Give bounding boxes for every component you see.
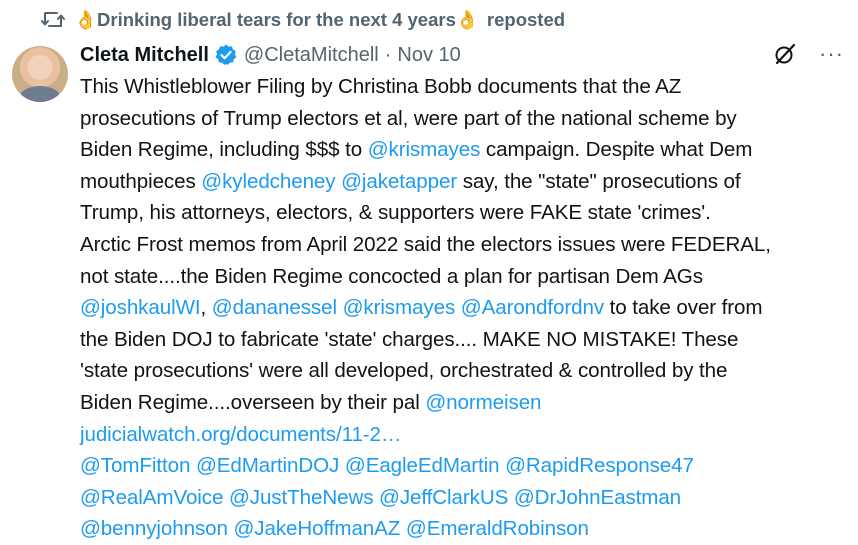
tweet-line: This Whistleblower Filing by Christina B… [80,71,855,103]
post-date[interactable]: Nov 10 [397,44,460,67]
tweet-text-segment: Biden Regime, including $$$ to [80,138,368,162]
tweet-text-segment: to take over from [604,296,763,320]
tweet-line: prosecutions of Trump electors et al, we… [80,103,855,135]
mention-link[interactable]: @dananessel [212,296,337,319]
tweet-text-segment: Biden Regime....overseen by their pal [80,390,426,414]
tweet-text-segment: the Biden DOJ to fabricate 'state' charg… [80,327,739,351]
mention-link[interactable]: @RapidResponse47 [505,454,694,477]
more-icon[interactable]: ··· [819,43,844,65]
tweet-text-segment: campaign. Despite what Dem [480,138,753,162]
tweet-line: @bennyjohnson @JakeHoffmanAZ @EmeraldRob… [80,513,855,545]
mention-link[interactable]: @kyledcheney [201,170,335,193]
tweet-line: @RealAmVoice @JustTheNews @JeffClarkUS @… [80,482,855,514]
tweet-line: 'state prosecutions' were all developed,… [80,355,855,387]
tweet-text-segment: This Whistleblower Filing by Christina B… [80,75,682,98]
mention-link[interactable]: @TomFitton [80,454,190,477]
tweet-line: judicialwatch.org/documents/11-2… [80,419,855,451]
mention-link[interactable]: @krismayes [368,138,481,161]
grok-icon[interactable] [773,42,797,66]
tweet-text-segment: , [200,296,212,320]
mention-link[interactable]: @krismayes [343,296,456,319]
tweet-text-segment: Trump, his attorneys, electors, & suppor… [80,201,711,225]
tweet-line: @joshkaulWI, @dananessel @krismayes @Aar… [80,292,855,324]
avatar[interactable] [12,46,68,102]
tweet-text-segment: prosecutions of Trump electors et al, we… [80,106,737,130]
author-handle[interactable]: @CletaMitchell [244,44,379,67]
mention-link[interactable]: @EdMartinDOJ [196,454,339,477]
separator-dot: · [384,43,392,66]
tweet-line: Biden Regime, including $$$ to @krismaye… [80,134,855,166]
verified-badge-icon[interactable] [214,43,238,67]
reposter-name[interactable]: 👌Drinking liberal tears for the next 4 y… [74,9,479,31]
mention-link[interactable]: @joshkaulWI [80,296,201,319]
mention-link[interactable]: @Aarondfordnv [461,296,604,319]
mention-link[interactable]: @EagleEdMartin [345,454,500,477]
tweet-text-segment: Arctic Frost memos from April 2022 said … [80,232,771,256]
mention-link[interactable]: @JustTheNews [229,486,374,509]
tweet-line: Trump, his attorneys, electors, & suppor… [80,197,855,229]
tweet-line: @TomFitton @EdMartinDOJ @EagleEdMartin @… [80,450,855,482]
tweet-text-segment: say, the "state" prosecutions of [457,169,741,193]
mention-link[interactable]: @jaketapper [341,170,457,193]
post-header: Cleta Mitchell @CletaMitchell · Nov 10 [80,40,838,70]
tweet-text-segment: not state....the Biden Regime concocted … [80,264,703,288]
repost-icon [41,12,65,27]
repost-label: reposted [486,9,566,30]
mention-link[interactable]: @normeisen [425,391,541,414]
tweet-text-segment: mouthpieces [80,169,202,193]
author-name[interactable]: Cleta Mitchell [80,44,209,67]
post-actions-top: ··· [773,42,844,66]
mention-link[interactable]: @DrJohnEastman [514,486,681,509]
tweet-text: This Whistleblower Filing by Christina B… [80,71,855,545]
tweet-line: mouthpieces @kyledcheney @jaketapper say… [80,166,855,198]
repost-context[interactable]: 👌Drinking liberal tears for the next 4 y… [40,7,565,33]
mention-link[interactable]: @JeffClarkUS [379,486,508,509]
tweet-text-segment: 'state prosecutions' were all developed,… [80,359,728,383]
tweet-link[interactable]: judicialwatch.org/documents/11-2… [80,423,402,446]
mention-link[interactable]: @RealAmVoice [80,486,223,509]
tweet-line: not state....the Biden Regime concocted … [80,261,855,293]
tweet-line: the Biden DOJ to fabricate 'state' charg… [80,324,855,356]
tweet-line: Arctic Frost memos from April 2022 said … [80,229,855,261]
tweet-line: Biden Regime....overseen by their pal @n… [80,387,855,419]
